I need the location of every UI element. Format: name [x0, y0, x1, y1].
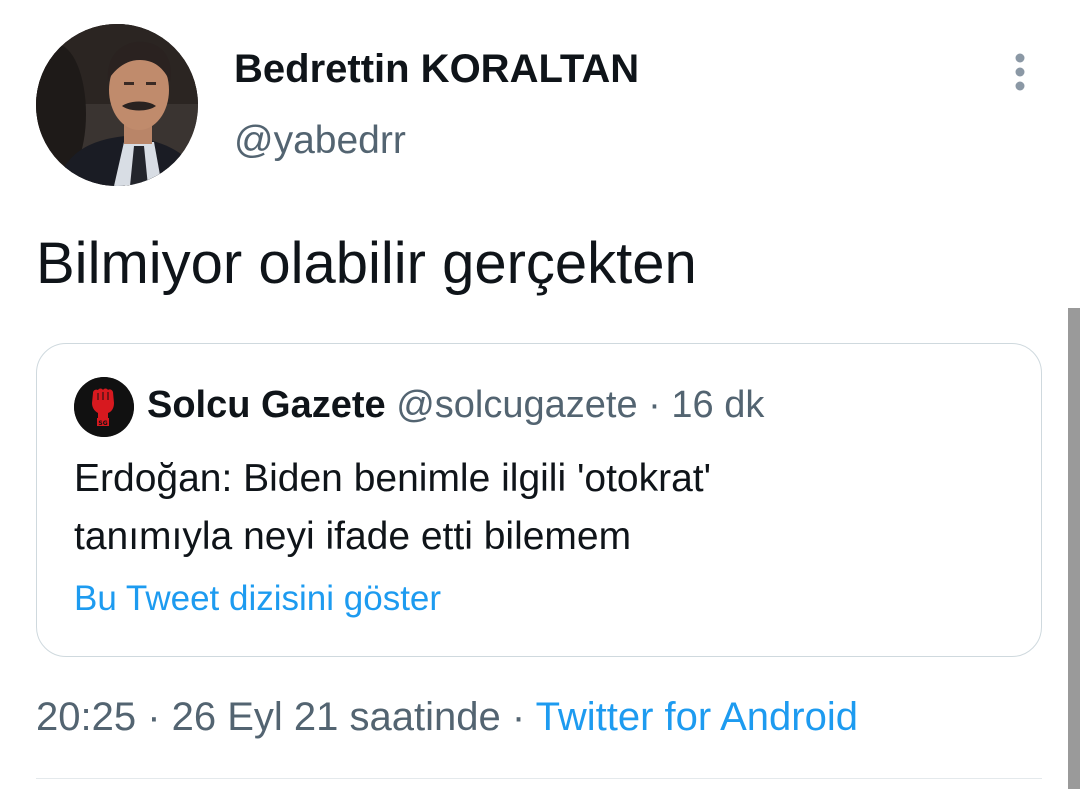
author-display-name[interactable]: Bedrettin KORALTAN — [234, 44, 639, 94]
quote-text-line: Erdoğan: Biden benimle ilgili 'otokrat' — [74, 457, 712, 500]
tweet-source-link[interactable]: Twitter for Android — [536, 695, 858, 739]
author-avatar[interactable] — [36, 24, 198, 186]
quote-avatar-logo-text: SG — [98, 420, 107, 427]
quote-header: Solcu Gazete @solcugazete · 16 dk — [147, 380, 764, 430]
quote-text-line: tanımıyla neyi ifade etti bilemem — [74, 515, 632, 558]
more-vertical-icon — [1015, 53, 1025, 91]
quote-avatar[interactable]: SG — [74, 377, 134, 437]
divider — [36, 778, 1042, 779]
tweet-meta-row: 20:25 · 26 Eyl 21 saatinde · Twitter for… — [36, 692, 858, 742]
profile-photo — [36, 24, 198, 186]
raised-fist-logo: SG — [74, 377, 134, 437]
author-handle[interactable]: @yabedrr — [234, 116, 406, 166]
meta-separator: · — [500, 695, 536, 739]
show-thread-link[interactable]: Bu Tweet dizisini göster — [74, 574, 441, 624]
quote-time[interactable]: 16 dk — [671, 384, 764, 426]
tweet-timestamp[interactable]: 20:25 · 26 Eyl 21 saatinde — [36, 695, 501, 739]
more-options-button[interactable] — [1004, 50, 1036, 94]
scrollbar[interactable] — [1068, 308, 1080, 789]
tweet-text: Bilmiyor olabilir gerçekten — [36, 231, 697, 296]
quote-handle[interactable]: @solcugazete — [396, 384, 637, 426]
quote-separator: · — [637, 384, 672, 426]
quote-text: Erdoğan: Biden benimle ilgili 'otokrat' … — [74, 450, 1014, 566]
quoted-tweet-card[interactable]: SG Solcu Gazete @solcugazete · 16 dk Erd… — [36, 343, 1042, 657]
quote-display-name[interactable]: Solcu Gazete — [147, 384, 386, 426]
